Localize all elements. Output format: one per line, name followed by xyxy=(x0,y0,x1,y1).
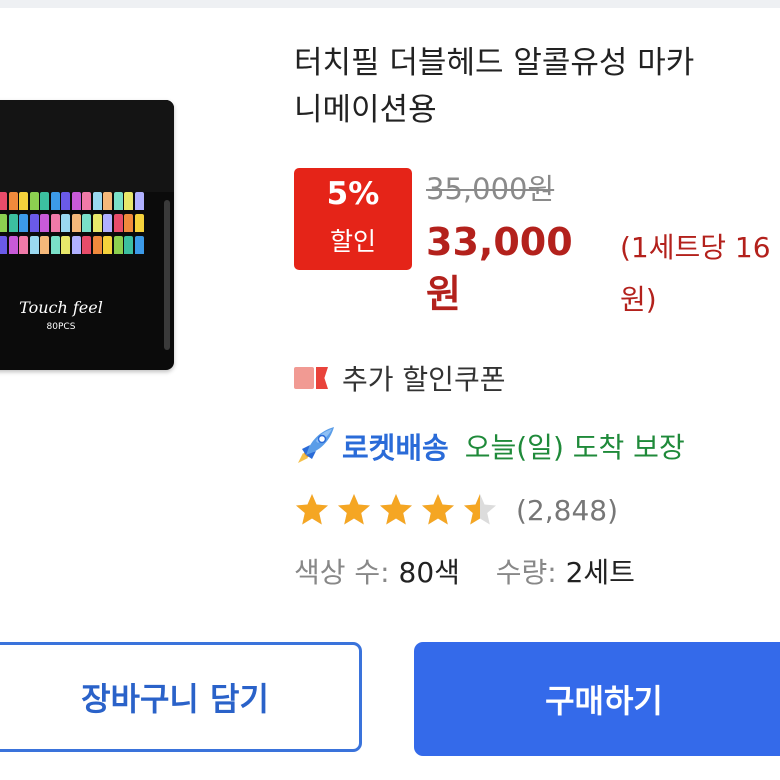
marker-cap xyxy=(113,236,123,254)
marker-cap xyxy=(92,192,102,210)
marker-cap xyxy=(82,236,91,254)
coupon-row[interactable]: 추가 할인쿠폰 xyxy=(294,358,505,398)
sale-price-unit: 원 xyxy=(426,272,461,316)
marker-cap xyxy=(0,214,7,232)
image-pcs-text: 80PCS xyxy=(46,322,76,332)
unit-price-line1: (1세트당 16 xyxy=(620,231,771,264)
marker-cap xyxy=(29,214,39,232)
star-full-icon xyxy=(380,494,412,525)
star-rating xyxy=(294,492,504,528)
top-divider xyxy=(0,0,780,8)
discount-percent: 5% xyxy=(326,176,380,212)
product-image[interactable]: Touch feel 80PCS xyxy=(0,96,178,376)
marker-cap xyxy=(103,192,112,210)
coupon-icon xyxy=(294,367,328,389)
marker-cap xyxy=(40,192,49,210)
marker-cap xyxy=(134,236,144,254)
delivery-promise: 오늘(일) 도착 보장 xyxy=(464,431,685,464)
star-full-icon xyxy=(296,494,328,525)
marker-cap xyxy=(8,214,18,232)
discount-badge: 5% 할인 xyxy=(294,168,412,270)
image-brand-text: Touch feel xyxy=(19,298,103,317)
marker-cap xyxy=(124,192,133,210)
marker-cap xyxy=(92,214,102,232)
discount-label: 할인 xyxy=(329,227,376,256)
marker-cap xyxy=(134,214,144,232)
quantity-label: 수량: xyxy=(495,556,557,589)
marker-cap xyxy=(50,236,60,254)
marker-cap xyxy=(134,192,144,210)
star-half-icon xyxy=(464,494,496,525)
marker-cap xyxy=(61,214,70,232)
marker-cap xyxy=(50,192,60,210)
product-title-line1: 터치필 더블헤드 알콜유성 마카 xyxy=(294,45,695,81)
star-full-icon xyxy=(422,494,454,525)
quantity-value: 2세트 xyxy=(565,556,635,589)
marker-cap xyxy=(71,236,81,254)
unit-price-line2: 원) xyxy=(620,283,657,316)
marker-cap xyxy=(92,236,102,254)
color-count-label: 색상 수: xyxy=(294,556,390,589)
star-full-icon xyxy=(338,494,370,525)
marker-cap xyxy=(8,236,18,254)
rating-row[interactable]: (2,848) xyxy=(294,488,618,532)
marker-cap xyxy=(8,192,18,210)
options-row: 색상 수: 80색 수량: 2세트 xyxy=(294,551,635,591)
marker-cap xyxy=(61,236,70,254)
marker-cap xyxy=(40,214,49,232)
marker-cap xyxy=(82,192,91,210)
add-to-cart-button[interactable]: 장바구니 담기 xyxy=(0,642,362,752)
marker-cap xyxy=(50,214,60,232)
marker-cap xyxy=(82,214,91,232)
sale-price-amount: 33,000 xyxy=(426,220,573,264)
marker-rows xyxy=(0,192,148,272)
marker-cap xyxy=(19,214,28,232)
unit-price: (1세트당 16 원) xyxy=(620,222,780,326)
marker-cap xyxy=(124,236,133,254)
product-title[interactable]: 터치필 더블헤드 알콜유성 마카 니메이션용 xyxy=(294,40,780,140)
marker-cap xyxy=(103,236,112,254)
marker-cap xyxy=(29,236,39,254)
marker-cap xyxy=(61,192,70,210)
marker-cap xyxy=(19,192,28,210)
rocket-icon xyxy=(298,427,334,463)
case-zipper xyxy=(164,200,170,350)
marker-cap xyxy=(71,214,81,232)
coupon-label: 추가 할인쿠폰 xyxy=(342,363,506,396)
marker-cap xyxy=(0,236,7,254)
color-count-value: 80색 xyxy=(398,556,460,589)
marker-cap xyxy=(19,236,28,254)
delivery-row: 로켓배송 오늘(일) 도착 보장 xyxy=(292,422,685,470)
marker-cap xyxy=(113,214,123,232)
marker-cap xyxy=(124,214,133,232)
marker-cap xyxy=(71,192,81,210)
marker-cap xyxy=(103,214,112,232)
case-lid xyxy=(0,100,174,192)
review-count: (2,848) xyxy=(516,493,619,527)
marker-case-illustration: Touch feel 80PCS xyxy=(0,100,174,370)
marker-cap xyxy=(29,192,39,210)
original-price: 35,000원 xyxy=(426,172,555,206)
buy-now-button[interactable]: 구매하기 xyxy=(414,642,780,756)
rocket-delivery-badge: 로켓배송 xyxy=(342,431,449,465)
product-title-line2: 니메이션용 xyxy=(294,92,437,128)
sale-price: 33,000 원 xyxy=(426,216,596,320)
marker-cap xyxy=(0,192,7,210)
marker-cap xyxy=(40,236,49,254)
marker-cap xyxy=(113,192,123,210)
